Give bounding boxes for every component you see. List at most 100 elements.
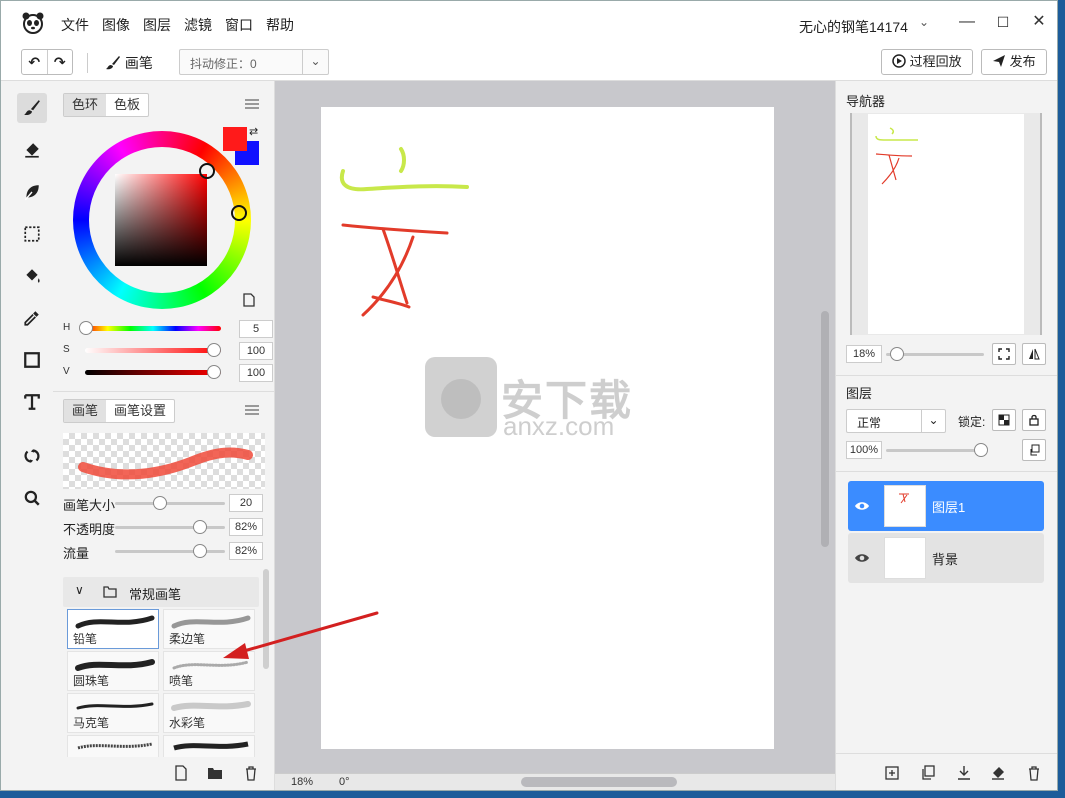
navigator-zoom-value[interactable]: 18% [846, 345, 882, 363]
replay-icon [892, 54, 906, 68]
brush-flow-value[interactable]: 82% [229, 542, 263, 560]
folder-open-icon[interactable] [207, 765, 223, 781]
canvas-vertical-scrollbar[interactable] [821, 311, 829, 547]
tool-text[interactable] [17, 387, 47, 417]
lock-transparency-button[interactable] [992, 409, 1016, 431]
hue-slider[interactable] [85, 326, 221, 331]
hue-value-field[interactable]: 5 [239, 320, 273, 338]
brush-opacity-value[interactable]: 82% [229, 518, 263, 536]
saturation-value-square[interactable] [115, 174, 207, 266]
brush-item-watercolor[interactable]: 水彩笔 [163, 693, 255, 733]
duplicate-layer-icon[interactable] [920, 765, 936, 781]
tool-transform[interactable] [17, 441, 47, 471]
brush-size-row: 画笔大小 20 [63, 493, 265, 513]
saturation-value-field[interactable]: 100 [239, 342, 273, 360]
saturation-slider[interactable] [85, 348, 221, 353]
sv-picker-handle[interactable] [199, 163, 215, 179]
rectangle-shape-icon [24, 352, 40, 368]
value-value-field[interactable]: 100 [239, 364, 273, 382]
new-file-icon[interactable] [173, 765, 189, 781]
saturation-slider-row: S 100 [63, 341, 273, 361]
brush-opacity-slider[interactable] [115, 526, 225, 529]
menu-filter[interactable]: 滤镜 [182, 15, 223, 35]
navigator-zoom-knob[interactable] [890, 347, 904, 361]
brush-item-pencil[interactable]: 铅笔 [67, 609, 159, 649]
layer-row[interactable]: 背景 [848, 533, 1044, 583]
brush-item-ballpoint[interactable]: 圆珠笔 [67, 651, 159, 691]
minimize-button[interactable]: — [955, 10, 979, 34]
hue-slider-knob[interactable] [79, 321, 93, 335]
tab-color-wheel[interactable]: 色环 [64, 94, 107, 116]
undo-button[interactable]: ↶ [22, 50, 48, 74]
chevron-down-icon[interactable]: ⌄ [919, 15, 929, 29]
eye-visibility-icon[interactable] [854, 550, 870, 566]
layer-opacity-knob[interactable] [974, 443, 988, 457]
redo-button[interactable]: ↷ [48, 50, 73, 74]
canvas-area[interactable]: 安下载 anxz.com [223, 81, 835, 775]
tab-brush[interactable]: 画笔 [64, 400, 107, 422]
brush-flow-knob[interactable] [193, 544, 207, 558]
brush-size-knob[interactable] [153, 496, 167, 510]
saturation-slider-knob[interactable] [207, 343, 221, 357]
brush-item-more[interactable] [163, 735, 255, 757]
trash-icon[interactable] [1026, 765, 1042, 781]
fit-screen-button[interactable] [992, 343, 1016, 365]
tool-brush[interactable] [17, 93, 47, 123]
process-replay-button[interactable]: 过程回放 [881, 49, 973, 75]
value-slider[interactable] [85, 370, 221, 375]
hue-picker-handle[interactable] [231, 205, 247, 221]
tool-eyedropper[interactable] [17, 303, 47, 333]
canvas-horizontal-scrollbar[interactable] [521, 777, 677, 787]
color-panel-menu-icon[interactable] [245, 99, 259, 109]
layer-opacity-slider[interactable] [886, 449, 984, 452]
tool-fill[interactable] [17, 261, 47, 291]
clipping-mask-button[interactable] [1022, 439, 1046, 461]
close-button[interactable]: ✕ [1027, 10, 1051, 34]
color-file-icon[interactable] [243, 293, 255, 307]
menu-file[interactable]: 文件 [59, 15, 100, 35]
publish-button[interactable]: 发布 [981, 49, 1047, 75]
brush-size-value[interactable]: 20 [229, 494, 263, 512]
brush-size-slider[interactable] [115, 502, 225, 505]
user-name[interactable]: 无心的钢笔14174 [799, 17, 908, 37]
eye-visibility-icon[interactable] [854, 498, 870, 514]
menu-image[interactable]: 图像 [100, 15, 141, 35]
send-icon [993, 55, 1005, 67]
tab-color-swatches[interactable]: 色板 [106, 94, 148, 116]
blend-mode-value: 正常 [857, 416, 882, 430]
menu-window[interactable]: 窗口 [223, 15, 264, 35]
merge-down-icon[interactable] [956, 765, 972, 781]
tool-marquee[interactable] [17, 219, 47, 249]
tool-eraser[interactable] [17, 135, 47, 165]
blend-mode-dropdown[interactable]: 正常 ⌄ [846, 409, 946, 433]
brush-stroke-preview [63, 433, 265, 489]
menu-help[interactable]: 帮助 [264, 15, 305, 35]
checker-lock-icon [998, 414, 1010, 426]
stabilizer-dropdown[interactable]: 抖动修正：0 ⌄ [179, 49, 329, 75]
value-slider-knob[interactable] [207, 365, 221, 379]
panel-divider [53, 391, 275, 392]
tool-zoom[interactable] [17, 483, 47, 513]
swap-colors-icon[interactable]: ⇄ [249, 125, 258, 138]
brush-flow-slider[interactable] [115, 550, 225, 553]
current-tool[interactable]: 画笔 [105, 53, 153, 73]
add-layer-icon[interactable] [884, 765, 900, 781]
eraser-icon[interactable] [990, 765, 1006, 781]
brush-opacity-knob[interactable] [193, 520, 207, 534]
layer-row-active[interactable]: 图层1 [848, 481, 1044, 531]
tool-smudge[interactable] [17, 177, 47, 207]
maximize-button[interactable]: ☐ [991, 10, 1015, 34]
brush-item-more[interactable] [67, 735, 159, 757]
tab-brush-settings[interactable]: 画笔设置 [106, 400, 174, 422]
brush-icon [24, 100, 40, 116]
brush-item-marker[interactable]: 马克笔 [67, 693, 159, 733]
tool-shape[interactable] [17, 345, 47, 375]
menu-layer[interactable]: 图层 [141, 15, 182, 35]
navigator-view[interactable] [850, 113, 1042, 335]
layer-opacity-value[interactable]: 100% [846, 441, 882, 459]
flip-canvas-button[interactable] [1022, 343, 1046, 365]
lock-layer-button[interactable] [1022, 409, 1046, 431]
primary-color-swatch[interactable] [223, 127, 247, 151]
trash-icon[interactable] [243, 765, 259, 781]
brush-panel-menu-icon[interactable] [245, 405, 259, 415]
